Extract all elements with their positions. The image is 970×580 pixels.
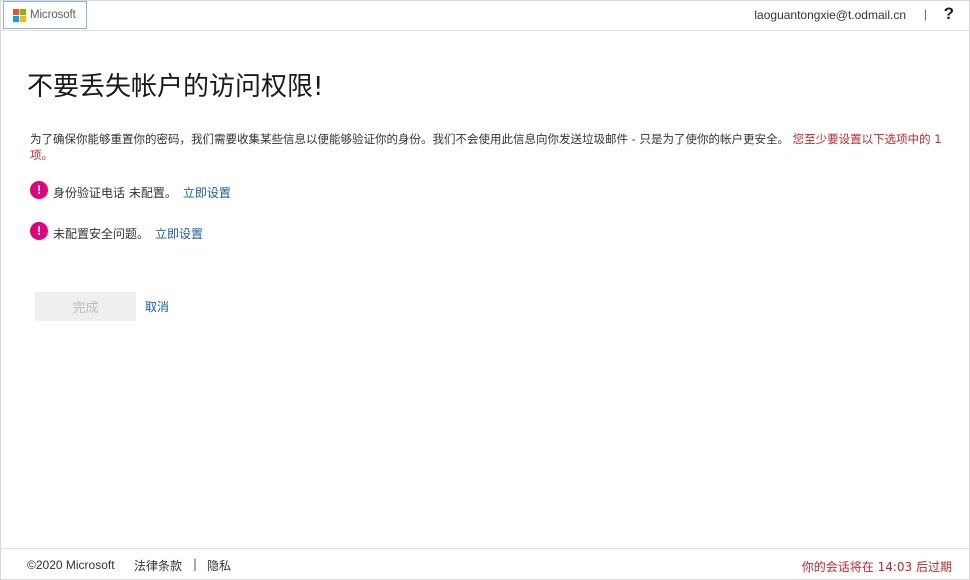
account-email[interactable]: laoguantongxie@t.odmail.cn (754, 8, 906, 22)
cancel-link[interactable]: 取消 (145, 298, 169, 315)
security-question-item: ! 未配置安全问题。 立即设置 (30, 221, 203, 242)
header-divider: | (923, 7, 927, 21)
auth-phone-item: ! 身份验证电话 未配置。 立即设置 (30, 180, 231, 201)
auth-phone-status: 身份验证电话 未配置。 (53, 186, 177, 200)
header-bar: Microsoft laoguantongxie@t.odmail.cn | ? (1, 1, 969, 31)
legal-terms-link[interactable]: 法律条款 (134, 557, 182, 574)
intro-body: 为了确保你能够重置你的密码，我们需要收集某些信息以便能够验证你的身份。我们不会使… (30, 132, 789, 146)
page: Microsoft laoguantongxie@t.odmail.cn | ?… (0, 0, 970, 580)
intro-text: 为了确保你能够重置你的密码，我们需要收集某些信息以便能够验证你的身份。我们不会使… (30, 131, 950, 163)
alert-icon: ! (30, 221, 48, 240)
microsoft-logo-button[interactable]: Microsoft (3, 1, 87, 29)
help-button[interactable]: ? (944, 4, 954, 24)
session-prefix: 你的会话将在 (801, 560, 874, 574)
setup-security-question-link[interactable]: 立即设置 (155, 225, 203, 242)
done-button[interactable]: 完成 (35, 292, 136, 321)
session-time: 14:03 (877, 560, 913, 574)
privacy-link[interactable]: 隐私 (207, 557, 231, 574)
session-suffix: 后过期 (915, 560, 952, 574)
page-title: 不要丢失帐户的访问权限! (27, 72, 324, 102)
footer-bar: ©2020 Microsoft 法律条款 | 隐私 你的会话将在 14:03 后… (1, 548, 969, 580)
footer-divider: | (193, 557, 198, 571)
session-expiry-text: 你的会话将在 14:03 后过期 (802, 558, 952, 575)
logo-text: Microsoft (30, 9, 76, 21)
security-question-status: 未配置安全问题。 (53, 227, 150, 241)
copyright-text: ©2020 Microsoft (27, 558, 115, 572)
alert-icon: ! (30, 180, 48, 199)
setup-phone-link[interactable]: 立即设置 (183, 184, 231, 201)
microsoft-logo-icon (13, 8, 26, 22)
